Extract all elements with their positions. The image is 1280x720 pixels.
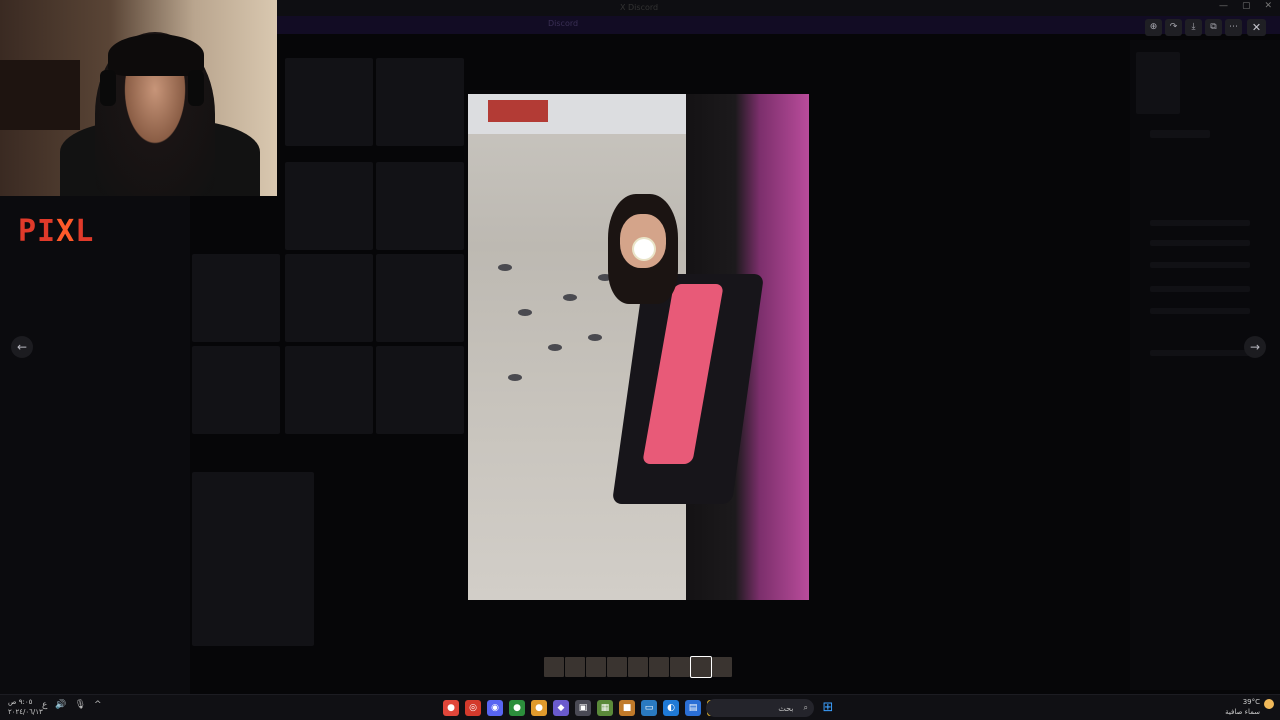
member-row: [1150, 262, 1250, 268]
filmstrip-thumbnail[interactable]: [649, 657, 669, 677]
clock-date: ٢٠٢٤/٠٦/١٣: [8, 708, 43, 716]
download-icon[interactable]: ⤓: [1185, 19, 1202, 36]
member-row: [1150, 308, 1250, 314]
webcam-headset: [188, 70, 204, 106]
photo-pigeon: [508, 374, 522, 381]
browser-icon[interactable]: ◎: [465, 700, 481, 716]
media-tile: [285, 254, 373, 342]
media-tile: [376, 58, 464, 146]
windows-start-icon[interactable]: ⊞: [820, 700, 836, 716]
clock-time: ٩:٠٥ ص: [8, 698, 33, 706]
minimize-button[interactable]: —: [1219, 1, 1228, 11]
lightbox-image: [468, 94, 809, 600]
microphone-icon[interactable]: 🎙: [75, 700, 86, 710]
taskbar-clock[interactable]: ٩:٠٥ ص ٢٠٢٤/٠٦/١٣: [8, 697, 43, 717]
media-tile: [285, 346, 373, 434]
taskbar-search[interactable]: بحث ⌕: [706, 699, 814, 717]
photo-pigeon: [588, 334, 602, 341]
lightbox-toolbar: ⊕ ↷ ⤓ ⧉ ⋯: [1145, 19, 1242, 36]
member-row: [1150, 286, 1250, 292]
open-external-icon[interactable]: ⧉: [1205, 19, 1222, 36]
logo-text-right: L: [75, 214, 95, 249]
background-banner: [277, 16, 1280, 34]
volume-icon[interactable]: 🔊: [55, 700, 66, 710]
webcam-headset: [100, 70, 116, 106]
logo-text-x: X: [56, 214, 76, 249]
photo-pigeon: [498, 264, 512, 271]
member-row: [1150, 350, 1250, 356]
media-tile: [376, 254, 464, 342]
controller-icon[interactable]: ◆: [553, 700, 569, 716]
moon-icon: [1264, 699, 1274, 709]
filmstrip-thumbnail[interactable]: [712, 657, 732, 677]
weather-temperature: 39°C: [1242, 698, 1260, 706]
discord-icon[interactable]: ◉: [487, 700, 503, 716]
taskbar: ٩:٠٥ ص ٢٠٢٤/٠٦/١٣ ع 🔊 🎙 ^ ● ◎ ◉ ● ● ◆ ▣ …: [0, 694, 1280, 720]
background-titlebar: [277, 0, 1280, 16]
search-placeholder: بحث: [778, 703, 794, 713]
maximize-button[interactable]: ▢: [1242, 1, 1251, 11]
app-root: X Discord — ▢ ✕ Discord PIXL ⊕ ↷ ⤓ ⧉ ⋯ ✕…: [0, 0, 1280, 720]
language-indicator[interactable]: ع: [42, 700, 47, 710]
app-icon[interactable]: ■: [619, 700, 635, 716]
photo-shop-sign: [488, 100, 548, 122]
media-tile: [192, 346, 280, 434]
gamepad-icon[interactable]: ▣: [575, 700, 591, 716]
chrome-icon[interactable]: ●: [443, 700, 459, 716]
previous-image-button[interactable]: ←: [11, 336, 33, 358]
photo-flower: [634, 239, 654, 259]
member-row: [1150, 130, 1210, 138]
taskbar-apps: ● ◎ ◉ ● ● ◆ ▣ ▦ ■ ▭ ◐ ▤ ▬ ▥: [443, 700, 745, 716]
media-tile: [285, 162, 373, 250]
photo-pigeon: [548, 344, 562, 351]
webcam-shelf: [0, 60, 80, 130]
banner-text: Discord: [548, 19, 579, 28]
search-icon: ⌕: [803, 703, 808, 712]
filmstrip-thumbnail-active[interactable]: [690, 656, 712, 678]
background-member-panel: [1130, 40, 1280, 690]
filmstrip-thumbnail[interactable]: [586, 657, 606, 677]
filmstrip-thumbnail[interactable]: [565, 657, 585, 677]
calendar-icon[interactable]: ▤: [685, 700, 701, 716]
window-close-button[interactable]: ✕: [1264, 1, 1272, 11]
webcam-overlay: [0, 0, 277, 196]
media-tile: [285, 58, 373, 146]
minecraft-icon[interactable]: ▦: [597, 700, 613, 716]
next-image-button[interactable]: →: [1244, 336, 1266, 358]
weather-description: سماء صافية: [1225, 708, 1260, 716]
filmstrip-thumbnail[interactable]: [628, 657, 648, 677]
filmstrip-thumbnail[interactable]: [544, 657, 564, 677]
lightbox-filmstrip: [544, 656, 732, 678]
forward-icon[interactable]: ↷: [1165, 19, 1182, 36]
lightbox-close-button[interactable]: ✕: [1247, 19, 1266, 36]
media-tile: [192, 254, 280, 342]
tray-overflow-icon[interactable]: ^: [94, 700, 102, 710]
background-sidebar: [0, 196, 190, 694]
photo-pigeon: [563, 294, 577, 301]
photo-pigeon: [518, 309, 532, 316]
logo-text-left: PI: [18, 214, 57, 249]
stream-logo: PIXL: [18, 214, 94, 249]
edge-icon[interactable]: ◐: [663, 700, 679, 716]
media-tile: [376, 346, 464, 434]
window-title: X Discord: [620, 3, 659, 12]
member-row: [1150, 220, 1250, 226]
zoom-icon[interactable]: ⊕: [1145, 19, 1162, 36]
window-controls: — ▢ ✕: [1219, 1, 1272, 11]
media-tile: [192, 472, 314, 646]
more-icon[interactable]: ⋯: [1225, 19, 1242, 36]
media-tile: [376, 162, 464, 250]
filmstrip-thumbnail[interactable]: [607, 657, 627, 677]
filmstrip-thumbnail[interactable]: [670, 657, 690, 677]
chrome3-icon[interactable]: ●: [531, 700, 547, 716]
webcam-person-hair: [108, 34, 204, 76]
member-row: [1150, 240, 1250, 246]
system-tray: ع 🔊 🎙 ^: [42, 700, 102, 710]
weather-widget[interactable]: 39°C سماء صافية: [1225, 697, 1260, 717]
monitor-icon[interactable]: ▭: [641, 700, 657, 716]
chrome2-icon[interactable]: ●: [509, 700, 525, 716]
member-avatar: [1136, 52, 1180, 114]
